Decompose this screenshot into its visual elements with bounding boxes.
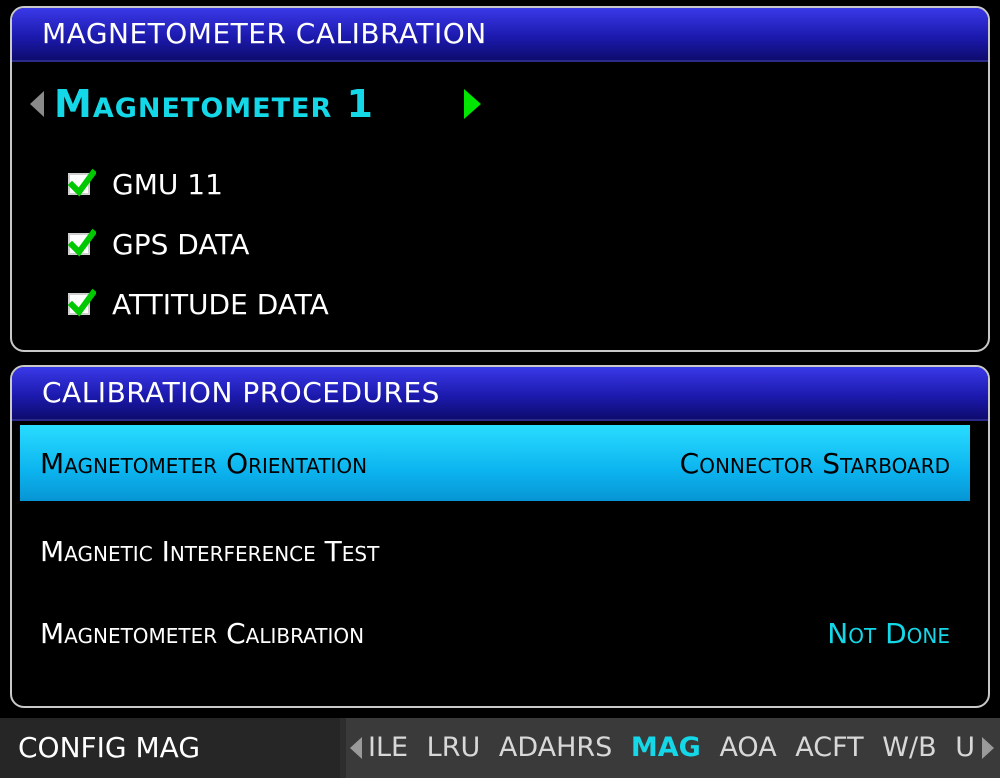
magnetometer-selector[interactable]: Magnetometer 1 (30, 78, 481, 130)
check-item-gps-data: GPS DATA (68, 224, 249, 264)
page-label: CONFIG MAG (0, 718, 340, 778)
magnetometer-selector-label: Magnetometer 1 (54, 82, 374, 126)
checkbox-checked-icon (68, 288, 96, 317)
tab-ile[interactable]: ILE (368, 732, 408, 763)
tab-mag[interactable]: MAG (631, 732, 701, 763)
checkbox-checked-icon (68, 228, 96, 257)
procedure-label: Magnetometer Orientation (40, 446, 368, 480)
tab-u[interactable]: U (955, 732, 975, 763)
tab-lru[interactable]: LRU (427, 732, 481, 763)
check-item-label: GPS DATA (112, 227, 250, 261)
tab-adahrs[interactable]: ADAHRS (499, 732, 612, 763)
tab-scroll-left-icon[interactable] (350, 737, 362, 759)
tab-acft[interactable]: ACFT (795, 732, 863, 763)
procedure-row-orientation[interactable]: Magnetometer Orientation Connector Starb… (20, 425, 970, 501)
magnetometer-calibration-panel: MAGNETOMETER CALIBRATION Magnetometer 1 … (10, 6, 990, 352)
procedure-status-value: Not Done (827, 616, 950, 650)
magnetometer-calibration-title: MAGNETOMETER CALIBRATION (12, 8, 988, 62)
procedure-label: Magnetic Interference Test (40, 534, 380, 568)
calibration-procedures-title: CALIBRATION PROCEDURES (12, 367, 988, 421)
procedure-row-calibration[interactable]: Magnetometer Calibration Not Done (20, 595, 970, 671)
tab-list: ILE LRU ADAHRS MAG AOA ACFT W/B U (368, 718, 985, 778)
tab-scroll-right-icon[interactable] (982, 737, 994, 759)
check-item-label: ATTITUDE DATA (112, 287, 329, 321)
chevron-right-icon[interactable] (463, 89, 481, 119)
procedure-value: Connector Starboard (679, 446, 950, 480)
page-footer: CONFIG MAG ILE LRU ADAHRS MAG AOA ACFT W… (0, 718, 1000, 778)
procedure-row-interference-test[interactable]: Magnetic Interference Test (20, 513, 970, 589)
page-tab-strip[interactable]: ILE LRU ADAHRS MAG AOA ACFT W/B U (346, 718, 1000, 778)
check-item-label: GMU 11 (112, 167, 223, 201)
procedure-label: Magnetometer Calibration (40, 616, 365, 650)
calibration-procedures-panel: CALIBRATION PROCEDURES Magnetometer Orie… (10, 365, 990, 708)
check-item-attitude-data: ATTITUDE DATA (68, 284, 329, 324)
check-item-gmu11: GMU 11 (68, 164, 223, 204)
tab-wb[interactable]: W/B (882, 732, 936, 763)
chevron-left-icon[interactable] (30, 91, 44, 117)
tab-aoa[interactable]: AOA (719, 732, 776, 763)
checkbox-checked-icon (68, 168, 96, 197)
